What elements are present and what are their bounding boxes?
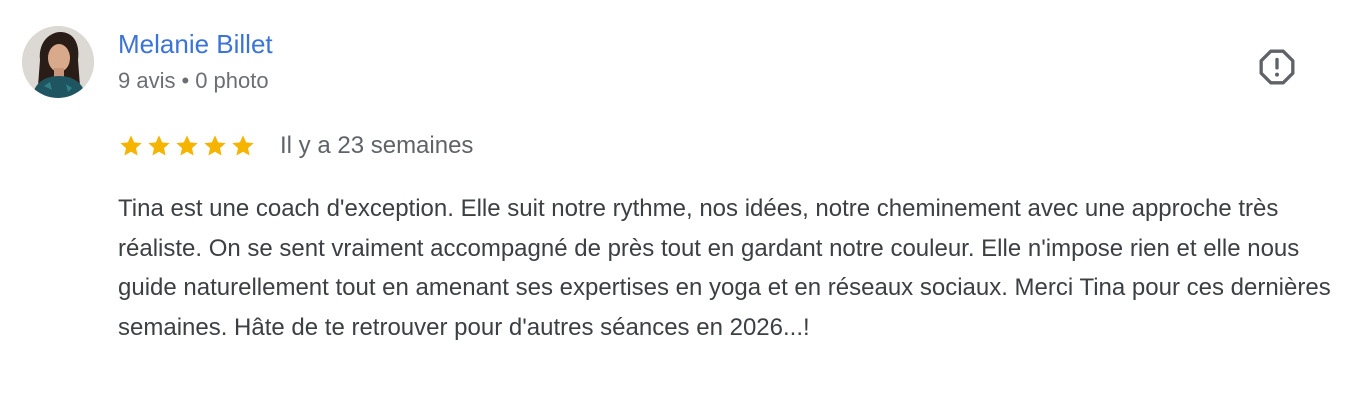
star-rating — [118, 133, 256, 159]
review-date: Il y a 23 semaines — [280, 132, 474, 159]
author-name[interactable]: Melanie Billet — [118, 28, 273, 60]
star-icon — [202, 133, 228, 159]
star-icon — [230, 133, 256, 159]
meta-separator: • — [181, 68, 190, 93]
star-icon — [146, 133, 172, 159]
review-card: Melanie Billet 9 avis • 0 photo Il y a 2… — [0, 0, 1360, 410]
report-flag-icon — [1259, 49, 1295, 85]
author-avatar[interactable] — [22, 26, 94, 98]
photo-count: 0 photo — [195, 68, 269, 93]
review-text: Tina est une coach d'exception. Elle sui… — [118, 195, 1331, 341]
star-icon — [174, 133, 200, 159]
rating-row: Il y a 23 semaines — [118, 130, 473, 162]
author-meta: 9 avis • 0 photo — [118, 67, 269, 95]
report-button[interactable] — [1254, 44, 1300, 90]
review-count: 9 avis — [118, 68, 176, 93]
star-icon — [118, 133, 144, 159]
